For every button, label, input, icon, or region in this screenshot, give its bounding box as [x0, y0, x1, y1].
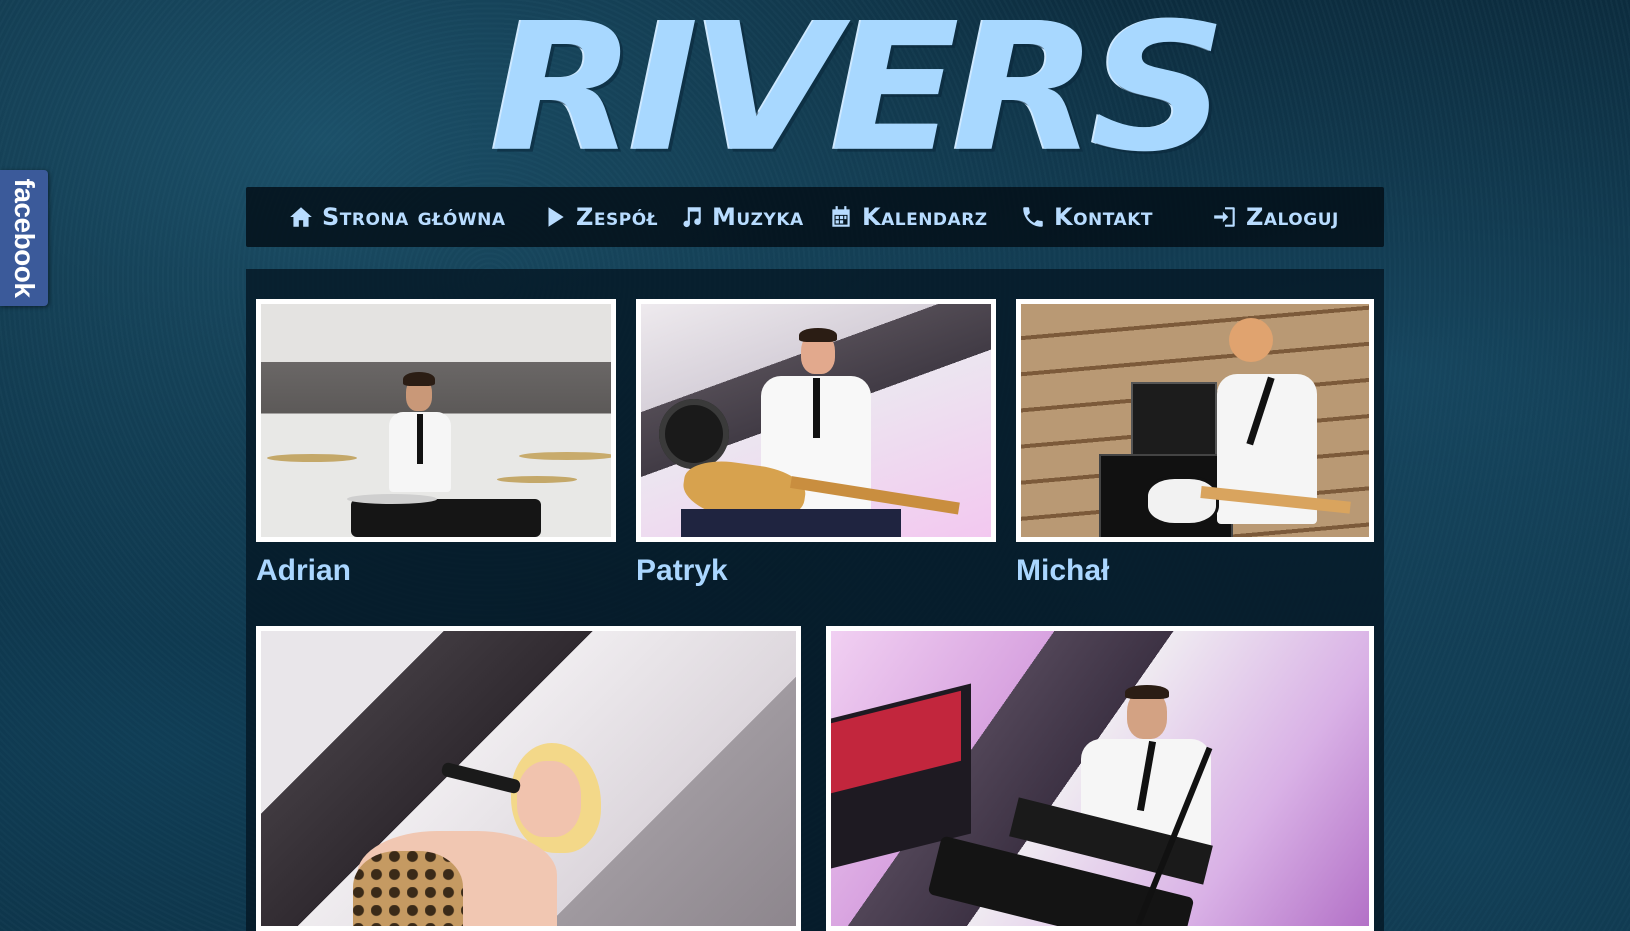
main-nav: Strona główna Zespół Muzyka Kalendarz Ko… [246, 187, 1384, 247]
member-card-vocalist[interactable] [256, 626, 801, 931]
nav-label-contact: Kontakt [1054, 203, 1153, 231]
member-photo[interactable] [256, 299, 616, 542]
member-card-adrian[interactable]: Adrian [256, 299, 616, 599]
member-photo[interactable] [1016, 299, 1374, 542]
member-photo[interactable] [826, 626, 1374, 931]
calendar-icon [828, 204, 854, 230]
login-icon [1212, 204, 1238, 230]
member-card-patryk[interactable]: Patryk [636, 299, 996, 599]
member-photo[interactable] [256, 626, 801, 931]
nav-item-band[interactable]: Zespół [542, 187, 658, 247]
site-logo[interactable]: RIVERS [490, 0, 1227, 177]
nav-label-band: Zespół [576, 203, 659, 231]
nav-label-home: Strona główna [322, 203, 506, 231]
member-name[interactable]: Michał [1016, 554, 1109, 588]
member-card-keyboardist[interactable] [826, 626, 1374, 931]
band-members-section: Adrian Patryk Michał [246, 269, 1384, 931]
nav-item-calendar[interactable]: Kalendarz [828, 187, 988, 247]
nav-item-login[interactable]: Zaloguj [1212, 187, 1339, 247]
nav-label-login: Zaloguj [1246, 203, 1339, 231]
nav-label-music: Muzyka [712, 203, 804, 231]
facebook-tab-label: facebook [9, 178, 40, 298]
home-icon [288, 204, 314, 230]
nav-label-calendar: Kalendarz [862, 203, 988, 231]
play-icon [542, 204, 568, 230]
music-note-icon [678, 204, 704, 230]
phone-icon [1020, 204, 1046, 230]
nav-item-music[interactable]: Muzyka [678, 187, 804, 247]
member-name[interactable]: Patryk [636, 554, 728, 588]
member-name[interactable]: Adrian [256, 554, 351, 588]
member-card-michal[interactable]: Michał [1016, 299, 1374, 599]
member-photo[interactable] [636, 299, 996, 542]
nav-item-home[interactable]: Strona główna [288, 187, 506, 247]
facebook-side-tab[interactable]: facebook [0, 170, 48, 306]
nav-item-contact[interactable]: Kontakt [1020, 187, 1153, 247]
